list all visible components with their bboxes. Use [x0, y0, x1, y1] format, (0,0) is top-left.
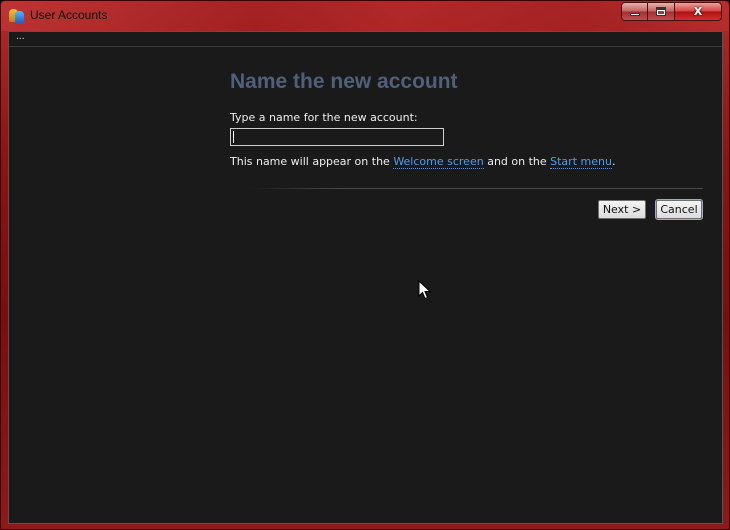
separator — [249, 188, 703, 189]
menu-overflow-button[interactable]: ... — [16, 32, 25, 42]
window-title: User Accounts — [30, 8, 108, 22]
maximize-icon — [656, 7, 666, 16]
minimize-icon — [629, 13, 640, 16]
account-name-label: Type a name for the new account: — [230, 111, 418, 124]
account-name-input[interactable] — [230, 128, 444, 146]
page-title: Name the new account — [230, 70, 458, 93]
title-bar[interactable]: User Accounts — [1, 1, 729, 31]
menu-strip: ... — [9, 32, 722, 47]
user-accounts-icon — [9, 8, 25, 23]
close-button[interactable]: X — [675, 2, 722, 21]
mouse-pointer-icon — [418, 280, 432, 300]
minimize-button[interactable] — [621, 2, 648, 21]
info-text: This name will appear on the Welcome scr… — [230, 155, 616, 169]
start-menu-link[interactable]: Start menu — [550, 155, 612, 169]
caption-buttons: X — [621, 2, 722, 21]
info-suffix: . — [611, 155, 616, 168]
maximize-button[interactable] — [648, 2, 675, 21]
cancel-button[interactable]: Cancel — [656, 200, 702, 219]
text-caret — [233, 131, 234, 143]
client-area: ... Name the new account Type a name for… — [8, 31, 723, 524]
user-accounts-window: User Accounts X ... Name the new account… — [0, 0, 730, 530]
close-icon: X — [693, 5, 703, 18]
welcome-screen-link[interactable]: Welcome screen — [393, 155, 484, 169]
info-middle: and on the — [483, 155, 551, 168]
info-prefix: This name will appear on the — [230, 155, 394, 168]
next-button[interactable]: Next > — [598, 200, 646, 219]
